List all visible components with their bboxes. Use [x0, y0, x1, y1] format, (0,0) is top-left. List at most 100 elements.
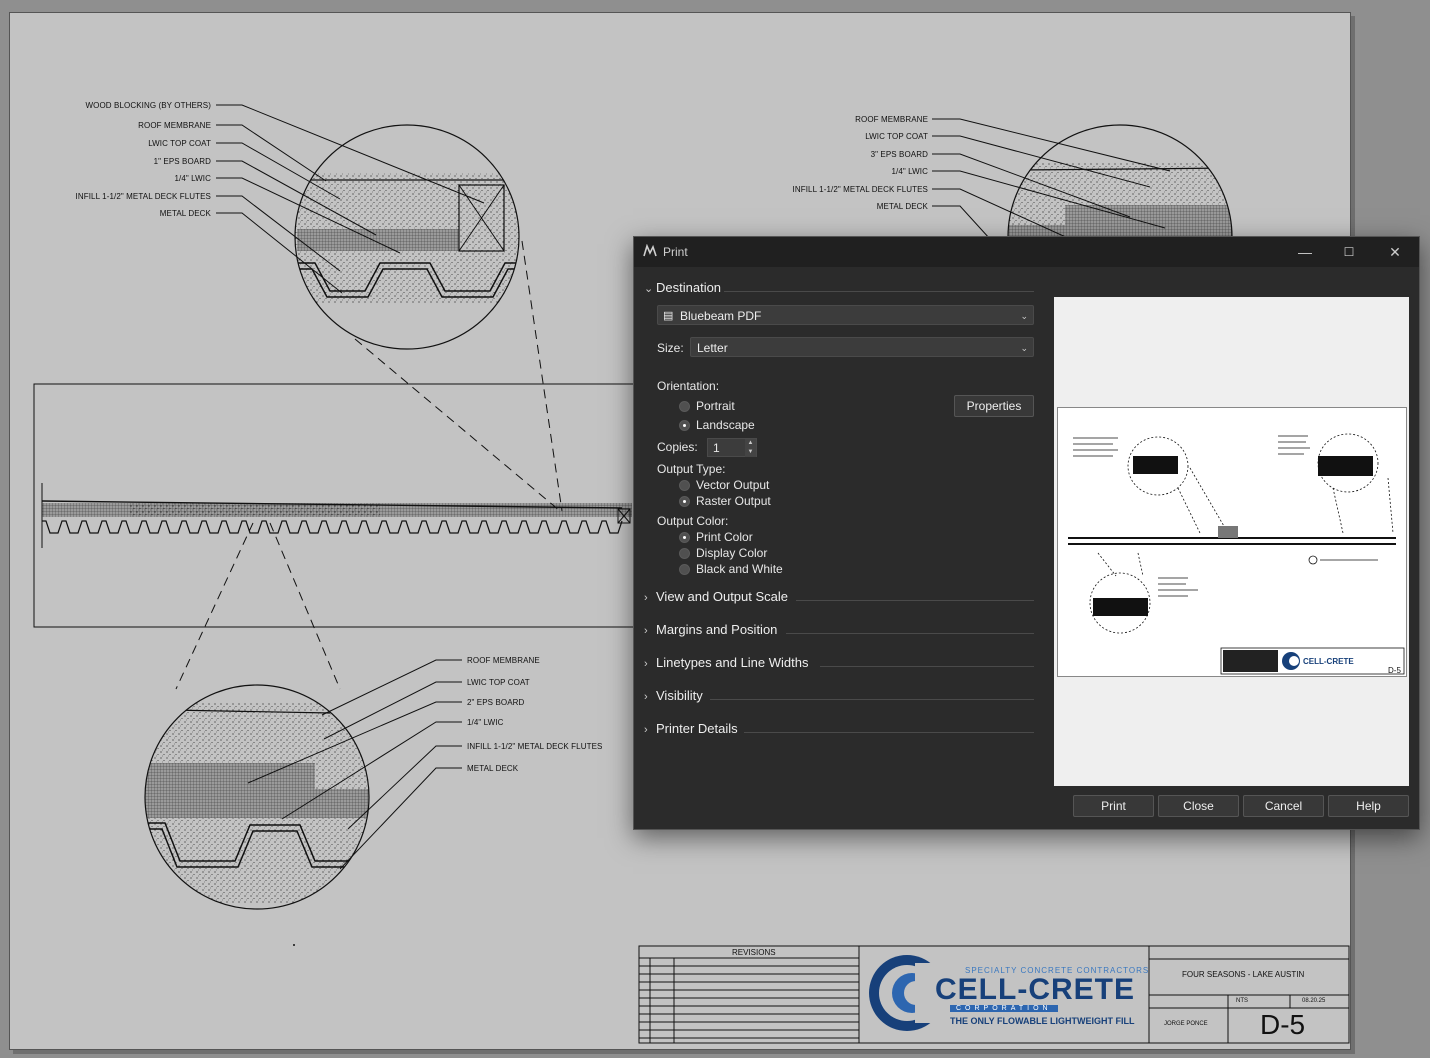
section-margins-label: Margins and Position [656, 622, 778, 637]
chevron-right-icon: › [644, 592, 648, 604]
label-lwic-top-coat-right: LWIC TOP COAT [865, 132, 928, 141]
section-divider [796, 600, 1034, 601]
section-divider [744, 732, 1034, 733]
label-roof-membrane: ROOF MEMBRANE [138, 121, 211, 130]
printer-icon: ▤ [663, 310, 674, 322]
radio-print-color[interactable] [679, 532, 690, 543]
copies-value: 1 [713, 441, 720, 455]
detail-circle-bottom [144, 659, 462, 946]
logo-name: CELL-CRETE [935, 973, 1135, 1006]
label-lwic-top-coat: LWIC TOP COAT [148, 139, 211, 148]
deck-flutes [42, 520, 623, 534]
label-lwic-right: 1/4" LWIC [891, 167, 928, 176]
chevron-down-icon: ⌄ [1020, 343, 1028, 353]
cancel-button[interactable]: Cancel [1243, 795, 1324, 817]
chevron-right-icon: › [644, 724, 648, 736]
chevron-down-icon: ⌄ [644, 283, 654, 295]
size-select[interactable]: Letter ⌄ [690, 337, 1034, 357]
print-dialog: Print — ☐ ✕ ⌄ Destination ▤ Bluebeam PDF … [633, 236, 1420, 830]
label-metal-deck-bottom: METAL DECK [467, 764, 519, 773]
help-button[interactable]: Help [1328, 795, 1409, 817]
label-metal-deck-right: METAL DECK [876, 202, 928, 211]
size-label: Size: [657, 341, 684, 355]
minimize-icon[interactable]: — [1283, 237, 1327, 267]
radio-landscape[interactable] [679, 420, 690, 431]
raster-output-label[interactable]: Raster Output [696, 494, 771, 508]
vector-output-label[interactable]: Vector Output [696, 478, 769, 492]
label-roof-membrane-bottom: ROOF MEMBRANE [467, 656, 540, 665]
label-lwic-bottom: 1/4" LWIC [467, 718, 504, 727]
section-margins-and-position[interactable]: › Margins and Position [644, 622, 777, 637]
section-view [33, 240, 635, 690]
chevron-right-icon: › [644, 691, 648, 703]
dialog-title: Print [663, 245, 688, 259]
chevron-right-icon: › [644, 658, 648, 670]
revisions-heading: REVISIONS [732, 948, 776, 957]
label-lwic-top-coat-bottom: LWIC TOP COAT [467, 678, 530, 687]
preview-thumbnail: CELL-CRETE D-5 [1068, 433, 1405, 675]
print-preview: CELL-CRETE D-5 [1054, 297, 1409, 786]
section-view-label: View and Output Scale [656, 589, 789, 604]
label-wood-blocking: WOOD BLOCKING (BY OTHERS) [85, 101, 211, 110]
dialog-titlebar[interactable]: Print — ☐ ✕ [634, 237, 1419, 267]
section-divider [710, 699, 1034, 700]
black-and-white-label[interactable]: Black and White [696, 562, 783, 576]
maximize-icon[interactable]: ☐ [1327, 237, 1371, 267]
project-name: FOUR SEASONS - LAKE AUSTIN [1182, 970, 1305, 979]
detail-circle-top-left [216, 104, 520, 350]
section-destination-label: Destination [656, 280, 722, 295]
radio-raster-output[interactable] [679, 496, 690, 507]
svg-text:CELL-CRETE: CELL-CRETE [1303, 657, 1354, 666]
printer-select[interactable]: ▤ Bluebeam PDF ⌄ [657, 305, 1034, 325]
radio-black-and-white[interactable] [679, 564, 690, 575]
landscape-label[interactable]: Landscape [696, 418, 755, 432]
section-divider [820, 666, 1034, 667]
radio-display-color[interactable] [679, 548, 690, 559]
section-visibility[interactable]: › Visibility [644, 688, 703, 703]
label-lwic: 1/4" LWIC [174, 174, 211, 183]
section-printer-details-label: Printer Details [656, 721, 738, 736]
logo-corporation: CORPORATION [950, 1005, 1058, 1012]
output-type-label: Output Type: [657, 462, 726, 476]
label-eps-board-right: 3" EPS BOARD [870, 150, 928, 159]
label-infill: INFILL 1-1/2" METAL DECK FLUTES [75, 192, 211, 201]
close-icon[interactable]: ✕ [1373, 237, 1417, 267]
label-eps-board: 1" EPS BOARD [153, 157, 211, 166]
spin-down-icon[interactable]: ▼ [745, 448, 756, 457]
print-color-label[interactable]: Print Color [696, 530, 753, 544]
chevron-right-icon: › [644, 625, 648, 637]
preview-sheet-number: D-5 [1388, 666, 1401, 675]
size-value: Letter [697, 341, 728, 355]
section-linetypes[interactable]: › Linetypes and Line Widths [644, 655, 808, 670]
label-metal-deck: METAL DECK [159, 209, 211, 218]
date-value: 08.20.25 [1302, 998, 1326, 1004]
section-destination[interactable]: ⌄ Destination [644, 280, 721, 295]
properties-button[interactable]: Properties [954, 395, 1034, 417]
printer-value: Bluebeam PDF [680, 309, 762, 323]
radio-portrait[interactable] [679, 401, 690, 412]
spin-up-icon[interactable]: ▲ [745, 439, 756, 448]
copies-stepper[interactable]: 1 ▲ ▼ [707, 438, 757, 457]
section-divider [724, 291, 1034, 292]
scale-value: NTS [1236, 998, 1248, 1004]
output-color-label: Output Color: [657, 514, 729, 528]
print-button[interactable]: Print [1073, 795, 1154, 817]
section-view-and-output-scale[interactable]: › View and Output Scale [644, 589, 788, 604]
label-infill-right: INFILL 1-1/2" METAL DECK FLUTES [792, 185, 928, 194]
copies-label: Copies: [657, 440, 698, 454]
chevron-down-icon: ⌄ [1020, 311, 1028, 321]
app-icon [643, 244, 657, 257]
label-infill-bottom: INFILL 1-1/2" METAL DECK FLUTES [467, 742, 603, 751]
section-visibility-label: Visibility [656, 688, 703, 703]
section-printer-details[interactable]: › Printer Details [644, 721, 738, 736]
logo-tagline-bottom: THE ONLY FLOWABLE LIGHTWEIGHT FILL [950, 1016, 1135, 1026]
sheet-number: D-5 [1260, 1009, 1306, 1040]
orientation-label: Orientation: [657, 379, 720, 393]
portrait-label[interactable]: Portrait [696, 399, 735, 413]
drawn-by: JORGE PONCE [1164, 1021, 1208, 1027]
section-divider [786, 633, 1034, 634]
close-button[interactable]: Close [1158, 795, 1239, 817]
display-color-label[interactable]: Display Color [696, 546, 767, 560]
radio-vector-output[interactable] [679, 480, 690, 491]
section-linetypes-label: Linetypes and Line Widths [656, 655, 809, 670]
